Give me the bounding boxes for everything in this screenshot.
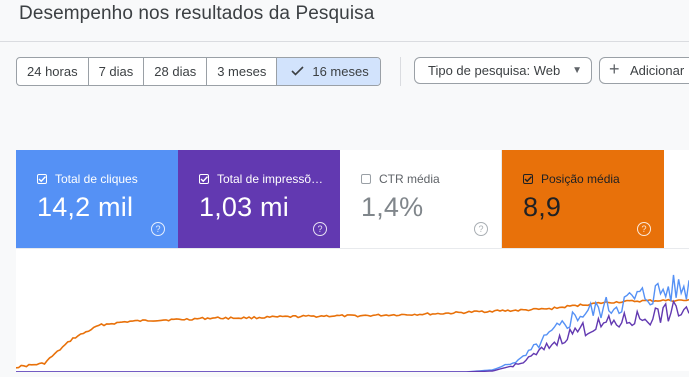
metric-clicks-card[interactable]: Total de cliques 14,2 mil ? xyxy=(16,150,178,248)
plus-icon: + xyxy=(609,59,620,79)
metric-position-label: Posição média xyxy=(541,172,620,186)
metric-ctr-label: CTR média xyxy=(379,172,440,186)
checkbox-checked-icon[interactable] xyxy=(199,174,209,184)
metric-impressions-card[interactable]: Total de impressõ… 1,03 mi ? xyxy=(178,150,340,248)
metric-impressions-value: 1,03 mi xyxy=(199,192,289,222)
search-type-label: Tipo de pesquisa: Web xyxy=(428,63,561,78)
metric-position-card[interactable]: Posição média 8,9 ? xyxy=(502,150,664,248)
performance-card: Total de cliques 14,2 mil ? Total de imp… xyxy=(15,150,689,373)
help-icon[interactable]: ? xyxy=(313,222,327,236)
metric-position-value: 8,9 xyxy=(523,192,562,222)
checkbox-unchecked-icon[interactable] xyxy=(361,174,371,184)
range-16-months-button[interactable]: 16 meses xyxy=(277,58,380,85)
filter-divider xyxy=(400,57,401,86)
checkbox-checked-icon[interactable] xyxy=(523,174,533,184)
range-28-days-button[interactable]: 28 dias xyxy=(144,58,208,85)
performance-chart xyxy=(15,248,689,373)
metric-impressions-label: Total de impressõ… xyxy=(217,172,324,186)
header-divider xyxy=(0,41,689,42)
checkbox-checked-icon[interactable] xyxy=(37,174,47,184)
help-icon[interactable]: ? xyxy=(474,222,488,236)
add-filter-label: Adicionar xyxy=(630,63,685,78)
range-24-hours-button[interactable]: 24 horas xyxy=(17,58,89,85)
date-range-selector: 24 horas 7 dias 28 dias 3 meses 16 meses xyxy=(16,57,381,86)
range-7-days-button[interactable]: 7 dias xyxy=(89,58,145,85)
performance-chart-svg xyxy=(15,274,689,373)
metric-clicks-label: Total de cliques xyxy=(55,172,138,186)
add-filter-button[interactable]: + Adicionar xyxy=(599,57,689,84)
page-title: Desempenho nos resultados da Pesquisa xyxy=(19,3,375,24)
metric-ctr-card[interactable]: CTR média 1,4% ? xyxy=(340,150,502,248)
search-type-filter[interactable]: Tipo de pesquisa: Web ▼ xyxy=(414,57,592,84)
series-line-impressions xyxy=(16,299,689,373)
range-16-months-label: 16 meses xyxy=(312,64,369,79)
help-icon[interactable]: ? xyxy=(151,222,165,236)
caret-down-icon: ▼ xyxy=(572,65,582,76)
help-icon[interactable]: ? xyxy=(637,222,651,236)
range-3-months-button[interactable]: 3 meses xyxy=(207,58,278,85)
series-line-clicks xyxy=(16,274,689,373)
metric-ctr-value: 1,4% xyxy=(361,192,424,222)
check-icon xyxy=(291,58,305,85)
metric-clicks-value: 14,2 mil xyxy=(37,192,134,222)
